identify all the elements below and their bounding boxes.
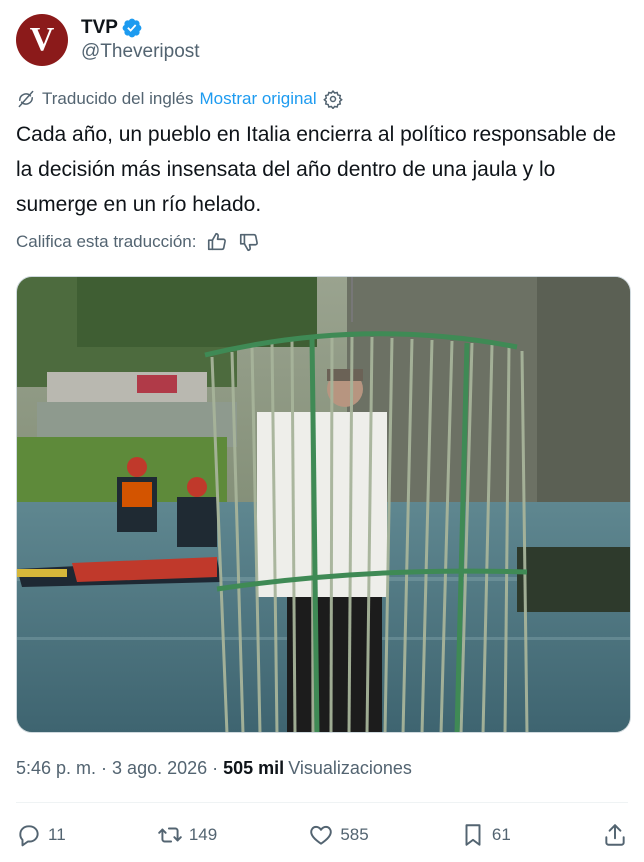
avatar-letter: V (29, 21, 55, 58)
views-count: 505 mil (223, 757, 285, 778)
share-button[interactable] (602, 822, 628, 848)
bookmark-button[interactable]: 61 (460, 822, 511, 848)
handle[interactable]: @Theveripost (81, 40, 200, 64)
tweet-meta: 5:46 p. m. · 3 ago. 2026 · 505 mil Visua… (16, 756, 412, 780)
tweet-photo[interactable] (16, 276, 631, 733)
reply-icon (19, 825, 39, 847)
tweet-date[interactable]: 3 ago. 2026 (112, 758, 207, 779)
repost-count: 149 (188, 825, 218, 844)
translation-notice: Traducido del inglés Mostrar original (16, 88, 343, 110)
translate-icon (18, 90, 34, 108)
reply-button[interactable]: 11 (16, 822, 66, 848)
tweet-time[interactable]: 5:46 p. m. (16, 758, 96, 779)
author-names: TVP @Theveripost (81, 16, 200, 64)
name-row: TVP (81, 16, 200, 40)
avatar[interactable]: V (16, 14, 68, 66)
bookmark-count: 61 (491, 825, 511, 844)
like-count: 585 (340, 825, 369, 844)
heart-icon (310, 825, 333, 845)
tweet-header: V TVP @Theveripost (16, 12, 200, 68)
photo-man-in-cage (17, 277, 630, 732)
tweet-text: Cada año, un pueblo en Italia encierra a… (16, 123, 617, 216)
rate-translation: Califica esta traducción: (16, 230, 260, 254)
thumbs-up-icon[interactable] (206, 231, 228, 253)
display-name[interactable]: TVP (81, 16, 118, 40)
bookmark-icon (465, 824, 481, 846)
share-icon (605, 824, 625, 846)
repost-icon (158, 827, 182, 843)
gear-icon[interactable] (322, 89, 343, 109)
rate-translation-label: Califica esta traducción: (16, 232, 197, 251)
reply-count: 11 (48, 825, 66, 844)
thumbs-down-icon[interactable] (238, 231, 260, 253)
show-original-link[interactable]: Mostrar original (200, 89, 317, 109)
action-bar: 11 149 585 61 (16, 818, 628, 852)
meta-separator-2: · (212, 757, 219, 778)
meta-separator: · (101, 757, 108, 778)
repost-button[interactable]: 149 (157, 822, 217, 848)
views-label: Visualizaciones (288, 757, 412, 778)
like-button[interactable]: 585 (308, 822, 369, 848)
verified-badge-icon (122, 18, 142, 38)
divider (16, 802, 628, 803)
translated-from-label: Traducido del inglés (42, 89, 194, 108)
